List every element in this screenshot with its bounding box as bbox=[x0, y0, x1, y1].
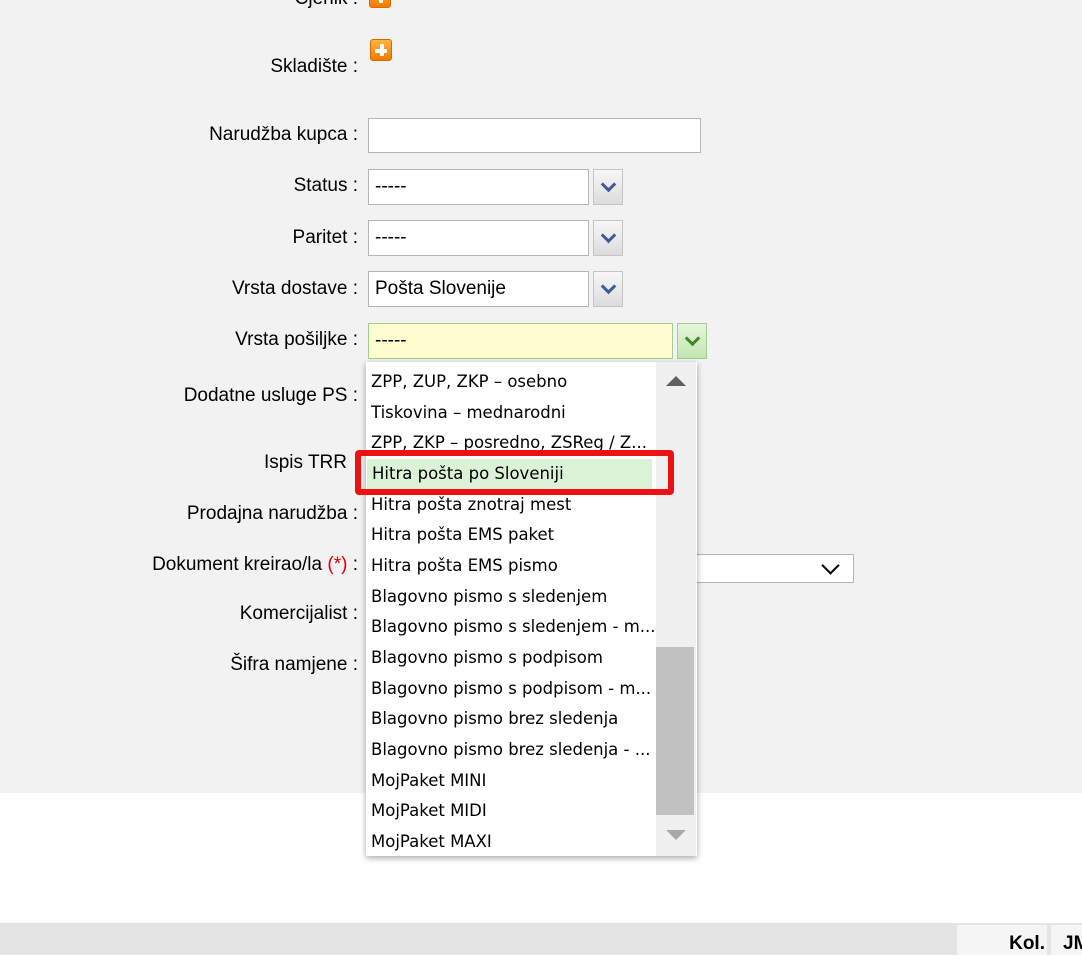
vrsta-dostave-combo-button[interactable] bbox=[593, 271, 623, 307]
chevron-down-icon bbox=[600, 278, 616, 295]
scroll-up-arrow-icon[interactable] bbox=[666, 376, 686, 386]
chevron-down-icon bbox=[821, 556, 840, 575]
label-dokument-kreirao: Dokument kreirao/la (*) : bbox=[152, 554, 358, 576]
vrsta-posiljke-dropdown[interactable]: ZPP, ZUP, ZKP – osebno Tiskovina – mednar… bbox=[366, 362, 697, 856]
dropdown-option[interactable]: MojPaket MAXI bbox=[366, 827, 656, 856]
dropdown-option[interactable]: Blagovno pismo s podpisom - m... bbox=[366, 674, 656, 704]
status-combo-button[interactable] bbox=[593, 169, 623, 205]
scroll-thumb[interactable] bbox=[656, 647, 694, 815]
dropdown-option[interactable]: Blagovno pismo s sledenjem bbox=[366, 582, 656, 612]
label-paritet: Paritet : bbox=[292, 227, 358, 248]
status-combo[interactable]: ----- bbox=[368, 169, 589, 205]
highlight-box bbox=[355, 450, 674, 495]
dropdown-option[interactable]: Blagovno pismo brez sledenja - ... bbox=[366, 735, 656, 765]
dropdown-option[interactable]: MojPaket MINI bbox=[366, 766, 656, 796]
vrsta-posiljke-combo[interactable]: ----- bbox=[368, 323, 673, 359]
dropdown-option[interactable]: MojPaket MIDI bbox=[366, 796, 656, 826]
label-komercijalist: Komercijalist : bbox=[239, 603, 358, 624]
dropdown-option[interactable]: ZPP, ZUP, ZKP – osebno bbox=[366, 367, 656, 397]
vrsta-dostave-combo[interactable]: Pošta Slovenije bbox=[368, 271, 589, 307]
dokument-kreirao-select[interactable] bbox=[690, 554, 854, 583]
dropdown-option[interactable]: Blagovno pismo brez sledenja bbox=[366, 704, 656, 734]
label-ispis-trr: Ispis TRR bbox=[263, 452, 347, 473]
paritet-combo-button[interactable] bbox=[593, 220, 623, 256]
dokument-kreirao-colon: : bbox=[352, 554, 358, 575]
label-vrsta-dostave: Vrsta dostave : bbox=[231, 278, 358, 299]
label-vrsta-posiljke: Vrsta pošiljke : bbox=[235, 329, 358, 350]
label-skladiste: Skladište : bbox=[270, 56, 358, 77]
required-marker: (*) bbox=[327, 554, 348, 575]
dokument-kreirao-text: Dokument kreirao/la bbox=[152, 554, 323, 575]
label-prodajna-narudzba: Prodajna narudžba : bbox=[186, 503, 358, 524]
table-header-bar bbox=[0, 923, 1082, 955]
dropdown-option[interactable]: Hitra pošta EMS paket bbox=[366, 520, 656, 550]
narudzba-kupca-input[interactable] bbox=[368, 118, 701, 153]
dropdown-scrollbar[interactable] bbox=[656, 362, 696, 856]
column-header-jm: JM bbox=[1051, 925, 1082, 955]
label-dodatne-usluge: Dodatne usluge PS : bbox=[183, 385, 358, 406]
chevron-down-icon bbox=[684, 330, 700, 347]
chevron-down-icon bbox=[600, 176, 616, 193]
dropdown-option[interactable]: Tiskovina – mednarodni bbox=[366, 398, 656, 428]
vrsta-posiljke-combo-button[interactable] bbox=[677, 323, 707, 359]
dropdown-option[interactable]: Blagovno pismo s sledenjem - m... bbox=[366, 612, 656, 642]
column-header-kol: Kol. bbox=[957, 925, 1047, 955]
chevron-down-icon bbox=[600, 227, 616, 244]
add-cjenik-icon[interactable] bbox=[369, 0, 391, 8]
label-sifra-namjene: Šifra namjene : bbox=[230, 654, 358, 675]
dropdown-option[interactable]: Blagovno pismo s podpisom bbox=[366, 643, 656, 673]
dropdown-option[interactable]: Hitra pošta EMS pismo bbox=[366, 551, 656, 581]
label-narudzba-kupca: Narudžba kupca : bbox=[209, 124, 358, 145]
label-status: Status : bbox=[293, 175, 358, 196]
paritet-combo[interactable]: ----- bbox=[368, 220, 589, 256]
scroll-down-arrow-icon[interactable] bbox=[666, 830, 686, 840]
add-skladiste-icon[interactable] bbox=[370, 39, 392, 61]
label-cjenik: Cjenik : bbox=[295, 0, 358, 10]
